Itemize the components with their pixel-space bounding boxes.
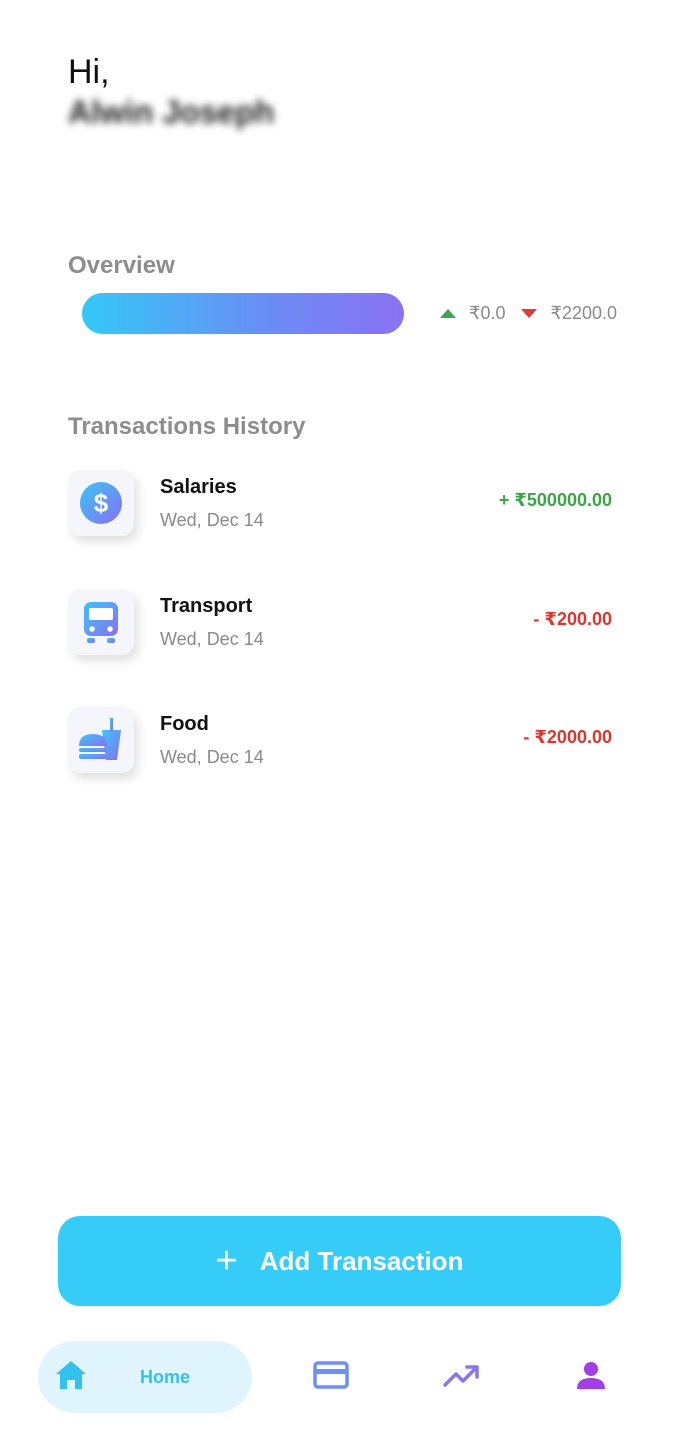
- transaction-date: Wed, Dec 14: [160, 510, 264, 530]
- transaction-date: Wed, Dec 14: [160, 628, 264, 649]
- transactions-list: $ Salaries Wed, Dec 14 + ₹500000.00 Tran…: [68, 468, 612, 824]
- add-transaction-label: Add Transaction: [259, 1245, 464, 1276]
- arrow-down-icon: [521, 308, 538, 318]
- fastfood-icon: [68, 707, 134, 773]
- transaction-name: Food: [160, 713, 209, 735]
- bottom-nav: Home: [0, 1340, 678, 1414]
- list-item[interactable]: $ Salaries Wed, Dec 14 + ₹500000.00: [68, 468, 612, 587]
- greeting-hi: Hi,: [68, 53, 110, 91]
- transaction-name: Salaries: [160, 476, 237, 498]
- history-title: Transactions History: [68, 413, 306, 440]
- transaction-amount: + ₹500000.00: [498, 490, 612, 510]
- income-total: ₹0.0: [469, 302, 506, 323]
- overview-bar: [82, 293, 404, 334]
- transaction-amount: - ₹2000.00: [523, 727, 612, 747]
- overview-stats: ₹0.0 ₹2200.0: [440, 302, 617, 324]
- transaction-date: Wed, Dec 14: [160, 747, 264, 767]
- nav-stats[interactable]: [443, 1360, 479, 1394]
- person-icon: [576, 1360, 606, 1395]
- list-item[interactable]: Transport Wed, Dec 14 - ₹200.00: [68, 587, 612, 706]
- greeting: Hi, Alwin Joseph: [68, 52, 274, 132]
- list-item[interactable]: Food Wed, Dec 14 - ₹2000.00: [68, 705, 612, 824]
- card-icon: [313, 1360, 349, 1394]
- arrow-up-icon: [440, 308, 456, 318]
- user-name: Alwin Joseph: [68, 94, 275, 130]
- expense-total: ₹2200.0: [550, 302, 617, 323]
- transaction-name: Transport: [160, 594, 253, 617]
- plus-icon: +: [215, 1240, 238, 1282]
- nav-profile[interactable]: [574, 1360, 608, 1394]
- bus-icon: [68, 588, 134, 655]
- add-transaction-button[interactable]: + Add Transaction: [58, 1216, 621, 1306]
- nav-home-label: Home: [140, 1366, 191, 1387]
- overview-title: Overview: [68, 252, 175, 279]
- dollar-icon: $: [68, 470, 134, 536]
- svg-text:$: $: [94, 488, 109, 518]
- trending-up-icon: [443, 1363, 479, 1392]
- nav-home[interactable]: Home: [38, 1341, 252, 1413]
- transaction-amount: - ₹200.00: [533, 608, 612, 629]
- nav-cards[interactable]: [313, 1360, 349, 1394]
- home-icon: [54, 1359, 88, 1396]
